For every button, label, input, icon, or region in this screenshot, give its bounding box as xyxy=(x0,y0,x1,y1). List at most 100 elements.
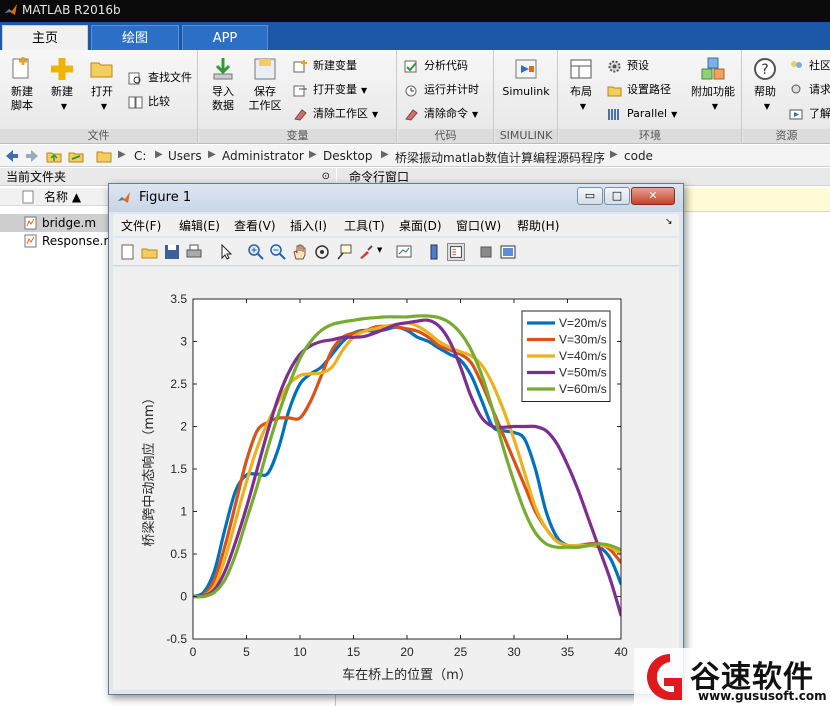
file-column-icon xyxy=(22,190,34,204)
preferences-button[interactable]: 预设 xyxy=(607,56,649,76)
matlab-logo-icon xyxy=(118,192,130,203)
simulink-button[interactable]: Simulink xyxy=(497,56,555,99)
y-tick-label: 1 xyxy=(180,505,187,519)
figure-canvas[interactable]: 0 5 10 15 20 25 30 35 40 -0.5 0 0.5 1 1.5 2 2.5 3 3.5 车在桥上… xyxy=(113,267,679,690)
brush-dropdown-icon[interactable]: ▼ xyxy=(377,246,382,254)
breadcrumb-users[interactable]: Users xyxy=(168,149,202,163)
menu-tools[interactable]: 工具(T) xyxy=(344,217,385,234)
new-script-label: 新建 脚本 xyxy=(11,85,33,112)
select-arrow-icon[interactable] xyxy=(217,243,235,261)
tab-home[interactable]: 主页 xyxy=(2,25,88,50)
clear-commands-dropdown-icon: ▼ xyxy=(472,110,479,119)
open-variable-icon xyxy=(293,85,307,97)
new-variable-button[interactable]: 新建变量 xyxy=(293,56,357,76)
open-button[interactable]: 打开 ▼ xyxy=(80,56,124,114)
root-folder-icon[interactable] xyxy=(96,148,112,164)
breadcrumb-administrator[interactable]: Administrator xyxy=(222,149,304,163)
brush-icon[interactable] xyxy=(357,243,375,261)
minimize-button[interactable]: ▭ xyxy=(577,187,603,205)
y-tick-label: 2.5 xyxy=(170,377,187,391)
menu-window[interactable]: 窗口(W) xyxy=(456,217,501,234)
import-data-button[interactable]: 导入 数据 xyxy=(201,56,245,113)
add-ons-cubes-icon xyxy=(701,57,725,80)
help-button[interactable]: ? 帮助 ▼ xyxy=(743,56,787,114)
clear-commands-button[interactable]: 清除命令 ▼ xyxy=(404,104,478,124)
matlab-logo-icon xyxy=(5,4,17,15)
compare-button[interactable]: 比较 xyxy=(128,92,170,112)
run-and-time-button[interactable]: 运行并计时 xyxy=(404,80,479,100)
open-variable-button[interactable]: 打开变量 ▼ xyxy=(293,80,367,100)
data-cursor-icon[interactable] xyxy=(335,243,353,261)
add-ons-button[interactable]: 附加功能 ▼ xyxy=(687,56,739,114)
maximize-button[interactable]: □ xyxy=(604,187,630,205)
analyze-code-button[interactable]: 分析代码 xyxy=(404,56,468,76)
set-path-button[interactable]: 设置路径 xyxy=(607,80,671,100)
menu-edit[interactable]: 编辑(E) xyxy=(179,217,220,234)
save-icon[interactable] xyxy=(163,243,181,261)
legend-icon[interactable] xyxy=(447,243,465,261)
zoom-in-icon[interactable] xyxy=(247,243,265,261)
close-button[interactable]: ✕ xyxy=(631,187,675,205)
set-path-label: 设置路径 xyxy=(627,83,671,96)
watermark-url: www.gususoft.com xyxy=(698,689,827,703)
figure-window[interactable]: Figure 1 ▭ □ ✕ 文件(F) 编辑(E) 查看(V) 插入(I) 工… xyxy=(108,183,684,695)
pan-hand-icon[interactable] xyxy=(291,243,309,261)
y-tick-label: 0.5 xyxy=(170,547,187,561)
figure-title-bar[interactable]: Figure 1 ▭ □ ✕ xyxy=(109,184,683,212)
new-figure-icon[interactable] xyxy=(119,243,137,261)
line-chart[interactable]: 0 5 10 15 20 25 30 35 40-0.500.511.522.533.5车在桥上… xyxy=(113,267,679,690)
new-script-button[interactable]: 新建 脚本 xyxy=(0,56,44,113)
zoom-out-icon[interactable] xyxy=(269,243,287,261)
tab-apps[interactable]: APP xyxy=(182,25,268,50)
parallel-button[interactable]: Parallel ▼ xyxy=(607,104,677,124)
learn-button[interactable]: 了解 xyxy=(789,104,830,124)
menu-insert[interactable]: 插入(I) xyxy=(290,217,327,234)
save-workspace-button[interactable]: 保存 工作区 xyxy=(243,56,287,113)
new-button[interactable]: 新建 ▼ xyxy=(40,56,84,114)
breadcrumb-code[interactable]: code xyxy=(624,149,653,163)
community-button[interactable]: 社区 xyxy=(789,56,830,76)
menu-help[interactable]: 帮助(H) xyxy=(517,217,559,234)
simulink-icon xyxy=(515,59,537,79)
x-tick-label: 35 xyxy=(561,645,575,659)
find-files-label: 查找文件 xyxy=(148,71,192,84)
menu-desktop[interactable]: 桌面(D) xyxy=(399,217,442,234)
x-tick-label: 25 xyxy=(454,645,468,659)
y-tick-label: -0.5 xyxy=(166,632,187,646)
request-support-button[interactable]: 请求 xyxy=(789,80,830,100)
menubar-overflow-icon[interactable]: ↘ xyxy=(665,217,673,227)
tab-plots[interactable]: 绘图 xyxy=(91,25,179,50)
y-tick-label: 3.5 xyxy=(170,292,187,306)
variable-group-label: 变量 xyxy=(199,129,396,143)
open-folder-icon xyxy=(90,62,113,78)
browse-folder-icon[interactable] xyxy=(68,148,84,164)
ribbon-tab-strip: 主页 绘图 APP xyxy=(0,22,830,50)
menu-file[interactable]: 文件(F) xyxy=(121,217,161,234)
up-folder-icon[interactable] xyxy=(46,148,62,164)
open-file-icon[interactable] xyxy=(141,243,159,261)
figure-title: Figure 1 xyxy=(139,190,192,205)
link-plot-icon[interactable] xyxy=(395,243,413,261)
breadcrumb-desktop[interactable]: Desktop xyxy=(323,149,373,163)
find-files-button[interactable]: 查找文件 xyxy=(128,68,192,88)
parallel-icon xyxy=(608,109,619,120)
menu-view[interactable]: 查看(V) xyxy=(234,217,276,234)
learn-label: 了解 xyxy=(809,107,830,120)
find-files-icon xyxy=(128,72,141,85)
forward-arrow-icon[interactable] xyxy=(24,148,40,164)
back-arrow-icon[interactable] xyxy=(4,148,20,164)
ribbon-group-resources: ? 帮助 ▼ 社区 请求 了解 资源 xyxy=(743,50,830,144)
print-icon[interactable] xyxy=(185,243,203,261)
rotate-3d-icon[interactable] xyxy=(313,243,331,261)
breadcrumb-drive[interactable]: C: xyxy=(134,149,146,163)
hide-plot-tools-icon[interactable] xyxy=(477,243,495,261)
show-plot-tools-icon[interactable] xyxy=(499,243,517,261)
colorbar-icon[interactable] xyxy=(425,243,443,261)
ribbon-group-environment: 布局 ▼ 预设 设置路径 Parallel ▼ 附加功能 ▼ 环境 xyxy=(559,50,742,144)
clear-workspace-button[interactable]: 清除工作区 ▼ xyxy=(293,104,378,124)
layout-button[interactable]: 布局 ▼ xyxy=(559,56,603,114)
community-label: 社区 xyxy=(809,59,830,72)
x-tick-label: 40 xyxy=(614,645,628,659)
help-icon: ? xyxy=(754,58,776,80)
breadcrumb-project-folder[interactable]: 桥梁振动matlab数值计算编程源码程序 xyxy=(395,149,605,166)
